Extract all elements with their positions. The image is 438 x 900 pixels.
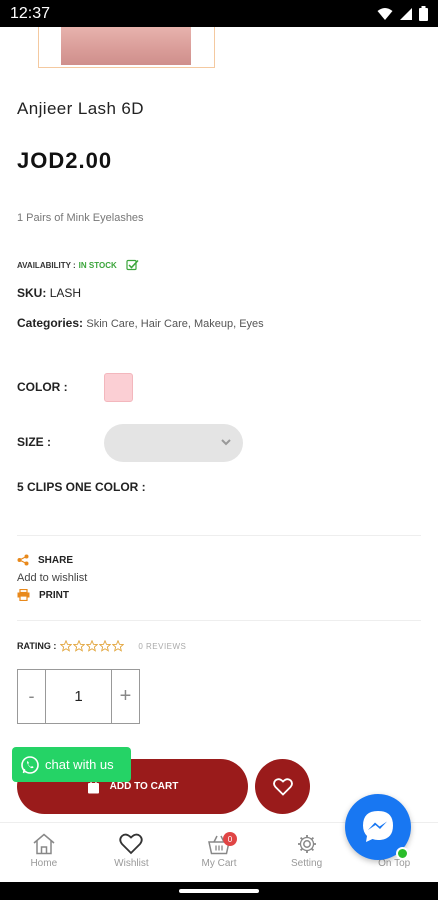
- print-label: PRINT: [39, 589, 69, 601]
- size-select[interactable]: [104, 424, 243, 462]
- whatsapp-chat-button[interactable]: chat with us: [12, 747, 131, 782]
- cart-count-badge: 0: [222, 832, 237, 846]
- availability-label: AVAILABILITY :: [17, 260, 76, 270]
- whatsapp-icon: [21, 755, 39, 774]
- nav-label: My Cart: [201, 858, 237, 869]
- quantity-increase-button[interactable]: +: [111, 670, 139, 723]
- product-price: JOD2.00: [17, 148, 113, 173]
- print-button[interactable]: PRINT: [17, 589, 69, 601]
- quantity-decrease-button[interactable]: -: [18, 670, 46, 723]
- clips-label: 5 CLIPS ONE COLOR :: [17, 480, 146, 494]
- nav-item-my-cart[interactable]: 0 My Cart: [175, 823, 263, 882]
- star-icon: [86, 640, 99, 652]
- heart-icon: [272, 777, 293, 796]
- rating-stars: [60, 640, 125, 652]
- battery-icon: [419, 6, 428, 21]
- color-swatch[interactable]: [104, 373, 133, 402]
- quantity-stepper: - 1 +: [17, 669, 140, 724]
- home-icon: [33, 833, 55, 855]
- messenger-icon: [363, 811, 393, 842]
- nav-label: Wishlist: [114, 858, 149, 869]
- star-icon: [60, 640, 73, 652]
- sku-value: LASH: [49, 286, 82, 300]
- share-button[interactable]: SHARE: [17, 554, 73, 566]
- product-image[interactable]: [38, 27, 215, 68]
- check-icon: [126, 259, 139, 271]
- add-to-cart-label: ADD TO CART: [109, 781, 179, 792]
- product-photo: [61, 27, 191, 65]
- rating-label: RATING :: [17, 641, 57, 651]
- sku-label: SKU:: [17, 286, 47, 300]
- chevron-down-icon: [221, 439, 231, 446]
- reviews-count[interactable]: 0 REVIEWS: [138, 642, 186, 651]
- signal-icon: [400, 7, 412, 20]
- nav-label: Home: [30, 858, 58, 869]
- categories-value[interactable]: Skin Care, Hair Care, Makeup, Eyes: [86, 318, 263, 330]
- quantity-input[interactable]: 1: [46, 670, 111, 723]
- product-description: 1 Pairs of Mink Eyelashes: [17, 212, 144, 224]
- home-indicator[interactable]: [179, 889, 259, 893]
- share-label: SHARE: [38, 554, 74, 566]
- printer-icon: [17, 589, 30, 601]
- online-status-dot: [396, 847, 409, 860]
- add-to-wishlist-link[interactable]: Add to wishlist: [17, 572, 87, 584]
- gesture-bar: [0, 882, 438, 900]
- nav-label: On Top: [378, 858, 411, 869]
- status-bar: 12:37: [0, 0, 438, 27]
- nav-item-setting[interactable]: Setting: [263, 823, 351, 882]
- status-time: 12:37: [10, 5, 51, 22]
- wishlist-heart-button[interactable]: [255, 759, 310, 814]
- categories: Categories: Skin Care, Hair Care, Makeup…: [17, 316, 264, 330]
- chat-label: chat with us: [45, 757, 114, 772]
- availability-value: IN STOCK: [78, 260, 117, 270]
- share-icon: [17, 554, 29, 566]
- nav-label: Setting: [291, 858, 323, 869]
- gear-icon: [297, 835, 316, 853]
- nav-item-home[interactable]: Home: [0, 823, 88, 882]
- divider: [17, 620, 421, 621]
- status-icons: [377, 6, 428, 21]
- heart-icon: [119, 833, 144, 855]
- availability: AVAILABILITY : IN STOCK: [17, 259, 139, 271]
- color-label: COLOR :: [17, 380, 68, 394]
- divider: [17, 535, 421, 536]
- nav-item-wishlist[interactable]: Wishlist: [88, 823, 176, 882]
- star-icon: [73, 640, 86, 652]
- size-label: SIZE :: [17, 435, 52, 449]
- sku: SKU: LASH: [17, 286, 81, 300]
- star-icon: [112, 640, 125, 652]
- rating: RATING : 0 REVIEWS: [17, 640, 186, 652]
- categories-label: Categories:: [17, 316, 84, 330]
- star-icon: [99, 640, 112, 652]
- product-title: Anjieer Lash 6D: [17, 99, 144, 118]
- wifi-icon: [377, 7, 393, 20]
